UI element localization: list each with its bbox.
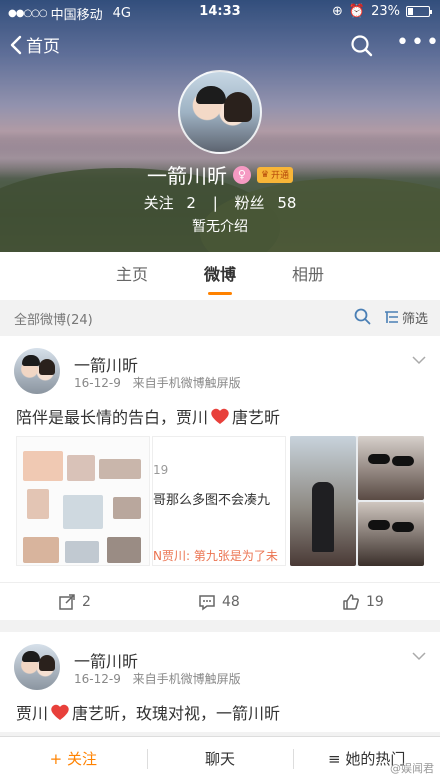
open-vip-badge[interactable]: ♛ 开通: [256, 166, 294, 183]
avatar[interactable]: [14, 644, 60, 690]
profile-avatar[interactable]: [178, 70, 262, 154]
search-icon: [351, 35, 373, 57]
crown-icon: ♛: [260, 169, 270, 180]
follow-button[interactable]: + 关注: [0, 737, 147, 782]
post-author[interactable]: 一箭川昕: [74, 648, 138, 672]
filter-icon: [385, 311, 398, 323]
search-button[interactable]: [350, 34, 374, 62]
avatar[interactable]: [14, 348, 60, 394]
stats-separator: |: [212, 194, 218, 212]
watermark: @娱闻君: [390, 762, 434, 775]
comment-button[interactable]: 48: [198, 593, 240, 611]
back-button[interactable]: 首页: [10, 32, 60, 57]
thumbs-up-icon: [343, 594, 359, 610]
post-source: 来自手机微博触屏版: [132, 376, 241, 390]
tab-weibo[interactable]: 微博: [176, 252, 264, 300]
weibo-post: 一箭川昕 16-12-9 来自手机微博触屏版 贾川 唐艺昕，玫瑰对视，一箭川昕: [0, 632, 440, 732]
post-text: 陪伴是最长情的告白，贾川 唐艺昕: [16, 408, 281, 427]
filter-bar: 全部微博(24) 筛选: [0, 300, 440, 334]
battery-icon: [406, 6, 432, 17]
post-image-collage[interactable]: [16, 436, 150, 566]
chevron-left-icon: [10, 35, 22, 54]
post-author[interactable]: 一箭川昕: [74, 352, 138, 376]
search-weibo-button[interactable]: [354, 308, 371, 329]
battery-percent: 23%: [371, 4, 400, 19]
profile-name-row: 一箭川昕 ♀ ♛ 开通: [0, 160, 440, 189]
follow-stats: 关注 2 | 粉丝 58: [0, 192, 440, 213]
post-source: 来自手机微博触屏版: [132, 672, 241, 686]
heart-icon: [51, 704, 69, 720]
more-icon: •••: [396, 30, 440, 55]
lock-rotation-icon: ⊕: [332, 4, 343, 19]
profile-intro: 暂无介绍: [192, 219, 248, 235]
image-text-line: 19: [153, 463, 169, 477]
post-images: 19 哥那么多图不会凑九 N贾川: 第九张是为了未: [16, 436, 424, 566]
following-link[interactable]: 关注 2: [140, 194, 200, 212]
post-image-photos[interactable]: [290, 436, 424, 566]
comment-icon: [199, 595, 215, 611]
tab-album[interactable]: 相册: [264, 252, 352, 300]
post-menu-button[interactable]: [412, 350, 426, 369]
image-text-line: 哥那么多图不会凑九: [153, 493, 271, 508]
chevron-down-icon: [412, 356, 426, 365]
status-bar: ●●○○○ 中国移动 4G 14:33 ⊕ ⏰ 23%: [0, 0, 440, 24]
repost-icon: [59, 594, 75, 610]
post-meta: 16-12-9 来自手机微博触屏版: [74, 374, 249, 391]
alarm-icon: ⏰: [348, 4, 366, 19]
female-badge-icon: ♀: [232, 165, 251, 184]
post-menu-button[interactable]: [412, 646, 426, 665]
like-button[interactable]: 19: [342, 593, 384, 611]
nav-bar: 首页 •••: [0, 30, 440, 62]
chat-button[interactable]: 聊天: [146, 737, 294, 782]
fans-link[interactable]: 粉丝 58: [231, 194, 301, 212]
search-icon: [354, 308, 371, 325]
image-text-line: N贾川: 第九张是为了未: [153, 549, 278, 563]
post-meta: 16-12-9 来自手机微博触屏版: [74, 670, 249, 687]
all-weibo-count: 全部微博(24): [14, 313, 93, 328]
heart-icon: [211, 408, 229, 424]
repost-button[interactable]: 2: [58, 593, 91, 611]
filter-button[interactable]: 筛选: [384, 308, 428, 327]
post-text: 贾川 唐艺昕，玫瑰对视，一箭川昕: [16, 704, 281, 723]
post-date: 16-12-9: [74, 376, 121, 390]
weibo-post: 一箭川昕 16-12-9 来自手机微博触屏版 陪伴是最长情的告白，贾川 唐艺昕 …: [0, 336, 440, 620]
profile-name: 一箭川昕: [146, 164, 227, 188]
back-label: 首页: [26, 37, 60, 57]
tab-home[interactable]: 主页: [88, 252, 176, 300]
more-button[interactable]: •••: [396, 30, 440, 55]
profile-tabs: 主页 微博 相册: [0, 252, 440, 300]
post-date: 16-12-9: [74, 672, 121, 686]
bottom-action-bar: + 关注 聊天 ≡ 她的热门: [0, 736, 440, 782]
post-image-text[interactable]: 19 哥那么多图不会凑九 N贾川: 第九张是为了未: [152, 436, 286, 566]
chevron-down-icon: [412, 652, 426, 661]
post-actions: 2 48 19: [0, 582, 440, 620]
